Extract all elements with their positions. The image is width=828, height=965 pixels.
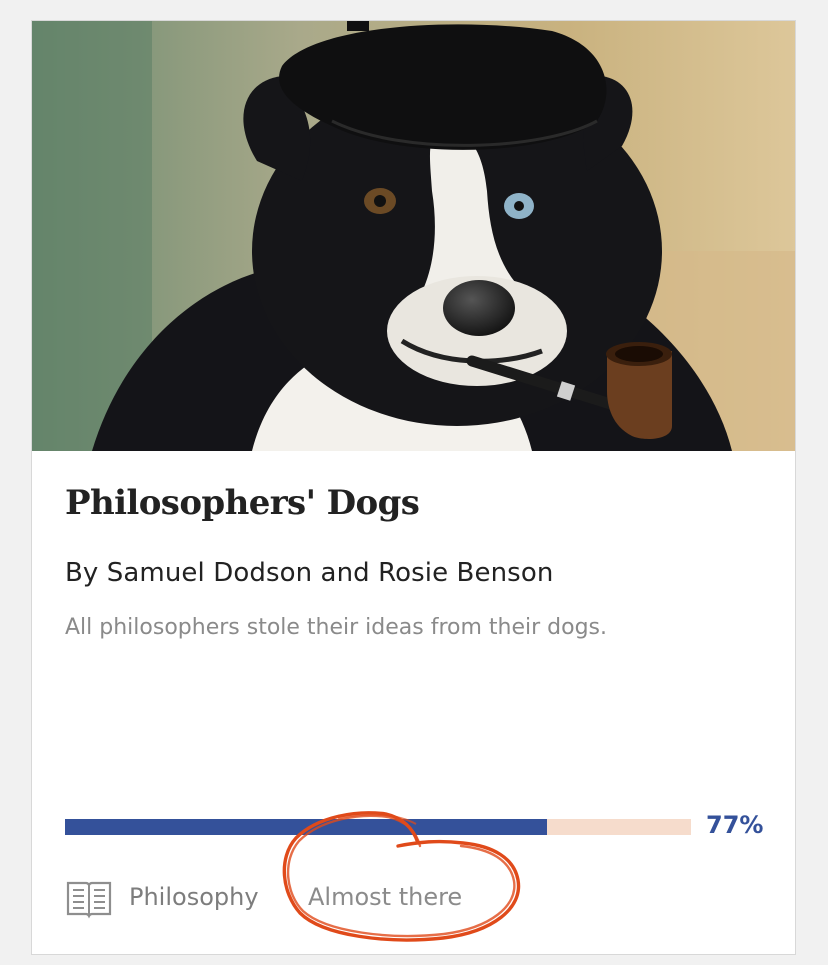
open-book-icon xyxy=(66,881,112,919)
book-description: All philosophers stole their ideas from … xyxy=(65,615,608,640)
book-card[interactable]: Philosophers' Dogs By Samuel Dodson and … xyxy=(31,20,796,955)
progress-bar xyxy=(65,819,691,835)
book-title[interactable]: Philosophers' Dogs xyxy=(65,483,420,523)
reading-status: Almost there xyxy=(308,883,463,911)
cover-image[interactable] xyxy=(32,21,795,451)
dog-illustration xyxy=(32,21,795,451)
progress-percent: 77% xyxy=(706,811,764,839)
book-authors: By Samuel Dodson and Rosie Benson xyxy=(65,558,554,588)
progress-bar-fill xyxy=(65,819,548,835)
category-label: Philosophy xyxy=(129,883,259,911)
